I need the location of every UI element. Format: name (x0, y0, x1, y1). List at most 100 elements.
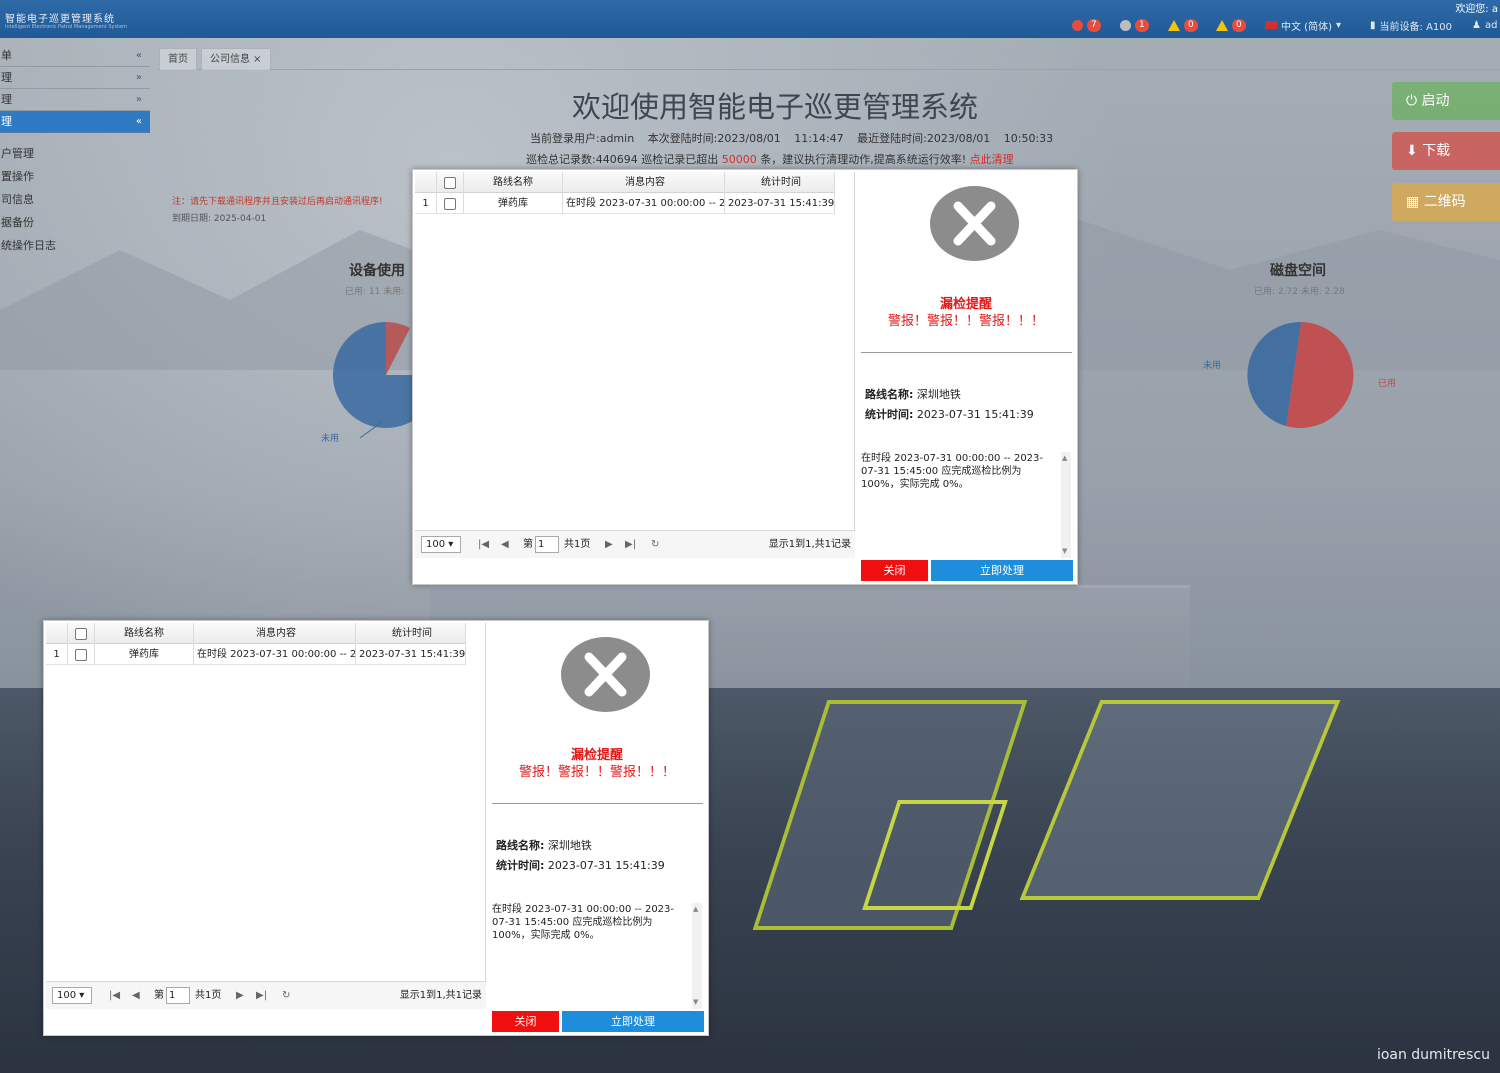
column-header-message[interactable]: 消息内容 (194, 623, 356, 644)
cleanup-link[interactable]: 点此清理 (966, 153, 1014, 166)
prev-page-icon[interactable]: ◀ (501, 536, 509, 553)
column-header-route[interactable]: 路线名称 (95, 623, 194, 644)
scrollbar[interactable]: ▲ ▼ (692, 903, 702, 1009)
device-icon: ▮ (1370, 19, 1376, 31)
close-button[interactable]: 关闭 (492, 1011, 559, 1032)
message-textarea[interactable]: 在时段 2023-07-31 00:00:00 -- 2023-07-31 15… (861, 452, 1071, 558)
download-button[interactable]: ⬇ 下载 (1392, 132, 1500, 170)
device-unused-label: 未用 (321, 434, 340, 444)
handle-now-button[interactable]: 立即处理 (562, 1011, 704, 1032)
alert-grid: 路线名称 消息内容 统计时间 1 弹药库 在时段 2023-07-31 00:0… (46, 623, 486, 1009)
select-all-checkbox[interactable] (437, 172, 464, 193)
power-icon: ⏻ (1406, 93, 1422, 109)
select-all-checkbox[interactable] (68, 623, 95, 644)
table-row[interactable]: 1 弹药库 在时段 2023-07-31 00:00:00 -- 2023 20… (415, 193, 835, 214)
scroll-down-icon[interactable]: ▼ (693, 996, 698, 1009)
scroll-down-icon[interactable]: ▼ (1062, 545, 1067, 558)
warning-count: 0 (1184, 18, 1198, 32)
tab-home[interactable]: 首页 (159, 48, 197, 70)
checkbox-icon (75, 648, 87, 661)
message-text: 在时段 2023-07-31 00:00:00 -- 2023-07-31 15… (492, 904, 675, 941)
logo-title: 智能电子巡更管理系统 (5, 14, 115, 25)
page-size-select[interactable]: 100 ▾ (52, 987, 92, 1004)
sidebar-menu-header[interactable]: 单 « (0, 45, 150, 67)
language-selector[interactable]: 中文 (简体) ▾ (1265, 17, 1341, 33)
row-checkbox[interactable] (437, 193, 464, 214)
collapse-icon[interactable]: « (136, 45, 142, 67)
sidebar-item-label: 单 (1, 49, 12, 62)
page-number-input[interactable]: 1 (166, 987, 190, 1004)
device-chart-title: 设备使用 (349, 263, 405, 279)
disk-unused-label: 未用 (1203, 361, 1222, 371)
offline-icon (1120, 19, 1131, 31)
total-pages: 共1页 (195, 990, 222, 1001)
column-header-message[interactable]: 消息内容 (563, 172, 725, 193)
refresh-icon[interactable]: ↻ (651, 536, 659, 553)
warning-indicator[interactable]: 0 (1216, 17, 1246, 33)
page-number-input[interactable]: 1 (535, 536, 559, 553)
row-checkbox[interactable] (68, 644, 95, 665)
device-selector[interactable]: ▮ 当前设备: A100 (1370, 17, 1452, 33)
last-page-icon[interactable]: ▶| (625, 536, 636, 553)
qrcode-button[interactable]: ▦ 二维码 (1392, 183, 1500, 221)
refresh-icon[interactable]: ↻ (282, 987, 290, 1004)
column-header-time[interactable]: 统计时间 (356, 623, 466, 644)
alert-grid: 路线名称 消息内容 统计时间 1 弹药库 在时段 2023-07-31 00:0… (415, 172, 855, 558)
row-number-header (46, 623, 68, 644)
first-page-icon[interactable]: |◀ (478, 536, 489, 553)
cell-time: 2023-07-31 15:41:39 (725, 193, 835, 214)
login-info: 当前登录用户:admin 本次登陆时间:2023/08/01 11:14:47 … (530, 132, 1054, 145)
start-label: 启动 (1421, 93, 1450, 109)
device-chart-subtitle: 已用: 11 未用: (345, 287, 405, 297)
tab-company-info[interactable]: 公司信息 × (201, 48, 271, 70)
sidebar-group[interactable]: 理 » (0, 89, 150, 111)
handle-now-button[interactable]: 立即处理 (931, 560, 1073, 581)
route-info: 路线名称: 深圳地铁 (865, 386, 961, 402)
time-info: 统计时间: 2023-07-31 15:41:39 (865, 406, 1034, 422)
prev-page-icon[interactable]: ◀ (132, 987, 140, 1004)
scrollbar[interactable]: ▲ ▼ (1061, 452, 1071, 558)
first-page-icon[interactable]: |◀ (109, 987, 120, 1004)
table-row[interactable]: 1 弹药库 在时段 2023-07-31 00:00:00 -- 2023 20… (46, 644, 466, 665)
scroll-up-icon[interactable]: ▲ (1062, 452, 1067, 465)
alarm-indicator[interactable]: 7 (1072, 17, 1101, 33)
grid-header: 路线名称 消息内容 统计时间 (46, 623, 466, 644)
chevron-down-icon: ▾ (1335, 19, 1342, 31)
total-pages: 共1页 (564, 539, 591, 550)
sidebar-item-users[interactable]: 户管理 (0, 142, 150, 165)
qrcode-icon: ▦ (1406, 194, 1424, 210)
time-value: 2023-07-31 15:41:39 (916, 408, 1034, 421)
start-button[interactable]: ⏻ 启动 (1392, 82, 1500, 120)
message-textarea[interactable]: 在时段 2023-07-31 00:00:00 -- 2023-07-31 15… (492, 903, 702, 1009)
user-menu[interactable]: ♟ ad (1472, 17, 1497, 33)
language-label: 中文 (简体) (1281, 21, 1332, 33)
close-button[interactable]: 关闭 (861, 560, 928, 581)
scroll-up-icon[interactable]: ▲ (693, 903, 698, 916)
sidebar-item-settings[interactable]: 置操作 (0, 165, 150, 188)
sidebar-group[interactable]: 理 » (0, 67, 150, 89)
page-size-select[interactable]: 100 ▾ (421, 536, 461, 553)
alert-detail-panel: 漏检提醒 警报！警报！！警报！！！ 路线名称: 深圳地铁 统计时间: 2023-… (856, 172, 1076, 558)
cell-route: 弹药库 (464, 193, 563, 214)
row-number-header (415, 172, 437, 193)
column-header-route[interactable]: 路线名称 (464, 172, 563, 193)
sidebar-group-active[interactable]: 理 « (0, 111, 150, 133)
warning-icon (1168, 19, 1180, 31)
column-header-time[interactable]: 统计时间 (725, 172, 835, 193)
record-total: 巡检总记录数:440694 (526, 153, 638, 166)
sidebar-item-company[interactable]: 司信息 (0, 188, 150, 211)
last-page-icon[interactable]: ▶| (256, 987, 267, 1004)
warning-indicator[interactable]: 0 (1168, 17, 1198, 33)
alert-detail-panel: 漏检提醒 警报！警报！！警报！！！ 路线名称: 深圳地铁 统计时间: 2023-… (487, 623, 707, 1009)
sidebar-item-oplog[interactable]: 统操作日志 (0, 234, 150, 257)
top-header: 智能电子巡更管理系统 Intelligent Electronic Patrol… (0, 0, 1500, 38)
cell-time: 2023-07-31 15:41:39 (356, 644, 466, 665)
alarm-icon (1072, 19, 1083, 31)
next-page-icon[interactable]: ▶ (605, 536, 613, 553)
page-size-value: 100 (426, 539, 446, 550)
route-label: 路线名称: (496, 839, 545, 852)
sidebar-item-backup[interactable]: 据备份 (0, 211, 150, 234)
page-title: 欢迎使用智能电子巡更管理系统 (572, 90, 979, 124)
next-page-icon[interactable]: ▶ (236, 987, 244, 1004)
offline-indicator[interactable]: 1 (1120, 17, 1149, 33)
